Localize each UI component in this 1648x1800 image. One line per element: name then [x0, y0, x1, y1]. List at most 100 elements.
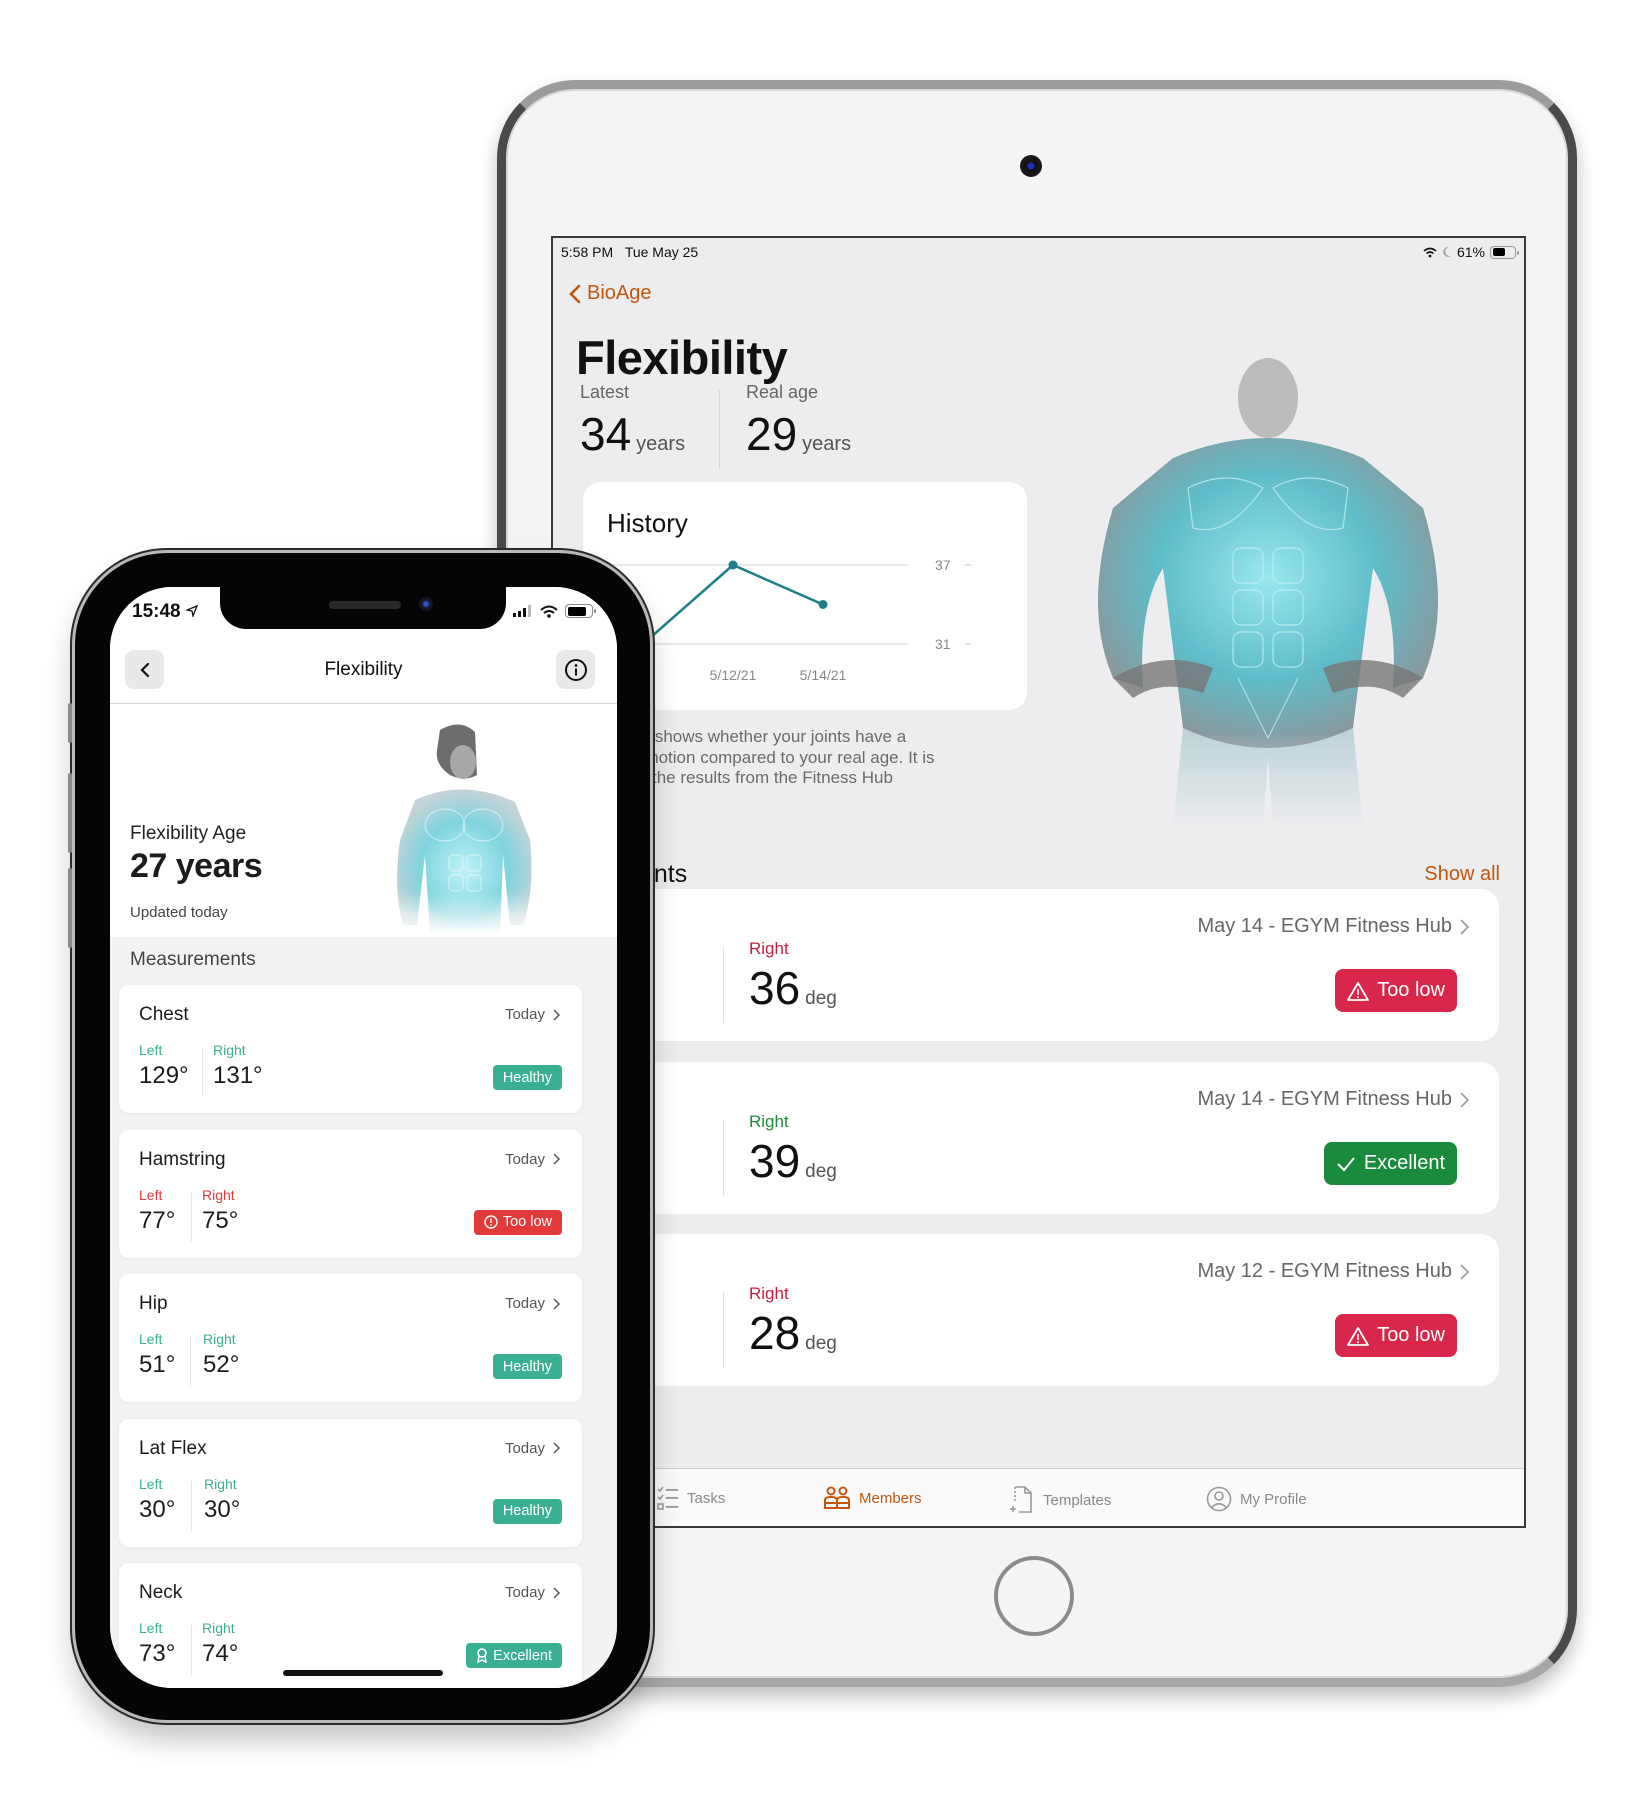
tab-templates[interactable]: Templates: [1009, 1486, 1111, 1514]
right-value: Right 28 deg: [749, 1284, 837, 1359]
tab-label: Members: [859, 1489, 922, 1507]
stat-divider: [719, 390, 720, 468]
right-value: Right 30°: [204, 1475, 241, 1523]
chevron-right-icon: [553, 1008, 560, 1021]
y-tick-label: 31: [935, 636, 951, 652]
tablet-status-bar: 5:58 PM Tue May 25 61%: [561, 244, 1519, 264]
measurement-date: Today: [505, 1151, 560, 1168]
latest-age-stat: Latest 34 years: [580, 382, 685, 461]
female-muscle-figure-image: [375, 720, 555, 935]
measurement-card[interactable]: Chest Today Left 129° Right 131° Healthy: [119, 985, 582, 1113]
status-time: 5:58 PM Tue May 25: [561, 244, 699, 260]
status-badge: Too low: [1335, 969, 1457, 1012]
data-point: [818, 600, 828, 609]
muscle-figure-image: [1053, 348, 1483, 828]
left-value: Left 77°: [139, 1186, 176, 1234]
updated-text: Updated today: [130, 904, 228, 921]
nav-divider: [110, 703, 617, 704]
measurement-name: Hamstring: [139, 1148, 226, 1170]
battery-percent: 61%: [1456, 244, 1485, 260]
warning-triangle-icon: [1347, 981, 1370, 1001]
measurement-date: May 12 - EGYM Fitness Hub: [1197, 1260, 1469, 1283]
measurement-card[interactable]: Lat Flex Today Left 30° Right 30° Healthy: [119, 1418, 582, 1547]
data-point: [728, 560, 738, 570]
real-age-label: Real age: [746, 382, 819, 402]
home-button[interactable]: [994, 1556, 1074, 1636]
battery-icon: [1490, 245, 1519, 259]
right-value: Right 36 deg: [749, 939, 837, 1014]
measurement-card[interactable]: Hip Today Left 51° Right 52° Healthy: [119, 1274, 582, 1402]
signal-icon: [513, 605, 531, 617]
latest-value: 34: [580, 408, 632, 460]
measurement-date: May 14 - EGYM Fitness Hub: [1197, 1088, 1469, 1111]
status-badge: Healthy: [492, 1065, 562, 1090]
phone-speaker: [329, 601, 401, 609]
show-all-link[interactable]: Show all: [1424, 863, 1500, 886]
templates-icon: [1009, 1486, 1035, 1514]
wifi-icon: [540, 605, 558, 618]
chevron-right-icon: [553, 1297, 560, 1310]
award-icon: [477, 1648, 488, 1663]
tablet-camera: [1020, 155, 1042, 177]
alert-circle-icon: [484, 1215, 498, 1229]
back-label: BioAge: [587, 282, 652, 304]
info-icon: [564, 658, 587, 681]
checkmark-icon: [1337, 1156, 1355, 1171]
latest-unit: years: [636, 433, 686, 455]
phone-screen: 15:48 Flexibility Flexibility Age 27 yea…: [110, 587, 617, 1688]
measurement-card[interactable]: xMay 14 - EGYM Fitness HubdegRight36degT…: [583, 889, 1499, 1041]
right-value: Right 74°: [202, 1620, 239, 1667]
y-tick-label: 37: [935, 557, 951, 573]
back-button[interactable]: BioAge: [569, 282, 652, 305]
warning-triangle-icon: [1347, 1326, 1370, 1346]
status-badge: Healthy: [492, 1354, 562, 1379]
latest-label: Latest: [580, 382, 630, 402]
phone-status-time: 15:48: [132, 601, 199, 623]
measurement-name: Hip: [139, 1293, 168, 1314]
value-divider: [190, 1336, 191, 1386]
phone-device: 15:48 Flexibility Flexibility Age 27 yea…: [68, 553, 650, 1720]
tasks-icon: [657, 1486, 679, 1510]
tab-bar: Tasks Members Templates My Profile: [553, 1468, 1524, 1526]
left-value: Left 129°: [139, 1042, 189, 1089]
flexibility-age-label: Flexibility Age: [130, 823, 247, 844]
flexibility-age-value: 27 years: [130, 847, 263, 885]
value-divider: [191, 1480, 192, 1531]
tab-my-profile[interactable]: My Profile: [1206, 1486, 1307, 1512]
moon-icon: [1443, 246, 1451, 257]
series-line: [642, 563, 824, 645]
measurement-date: May 14 - EGYM Fitness Hub: [1197, 915, 1469, 938]
tablet-screen: 5:58 PM Tue May 25 61% BioAge Flexibilit…: [551, 236, 1526, 1528]
location-arrow-icon: [184, 604, 199, 619]
left-value: Left 73°: [139, 1620, 176, 1667]
measurement-date: Today: [505, 1006, 560, 1023]
chevron-left-icon: [569, 284, 581, 303]
x-tick-label: 5/14/21: [800, 667, 847, 683]
left-value: Left 51°: [139, 1331, 176, 1378]
right-value: Right 52°: [203, 1331, 240, 1378]
status-badge: Too low: [1335, 1314, 1457, 1357]
phone-front-camera: [419, 597, 433, 611]
tablet-device: 5:58 PM Tue May 25 61% BioAge Flexibilit…: [497, 80, 1577, 1687]
nav-title: Flexibility: [324, 659, 403, 680]
phone-mute-switch: [68, 703, 72, 743]
status-badge: Excellent: [1323, 1142, 1457, 1185]
chevron-right-icon: [553, 1586, 560, 1599]
measurement-card[interactable]: FlexMay 14 - EGYM Fitness HubdegRight39d…: [583, 1062, 1499, 1214]
chevron-right-icon: [553, 1153, 560, 1165]
measurement-name: Chest: [139, 1004, 189, 1025]
home-indicator[interactable]: [283, 1670, 443, 1676]
status-badge: Excellent: [466, 1643, 562, 1668]
measurement-card[interactable]: Hamstring Today Left 77° Right 75° Too low: [119, 1129, 582, 1258]
tab-tasks[interactable]: Tasks: [657, 1486, 725, 1510]
tab-members[interactable]: Members: [823, 1486, 922, 1510]
wifi-icon: [1423, 247, 1437, 257]
real-age-value: 29: [746, 408, 798, 460]
info-button[interactable]: [556, 650, 595, 689]
measurement-card[interactable]: May 12 - EGYM Fitness HubdegRight28degTo…: [583, 1234, 1499, 1386]
real-age-unit: years: [802, 433, 852, 455]
tab-label: My Profile: [1240, 1490, 1307, 1508]
value-divider: [191, 1625, 192, 1675]
measurement-date: Today: [505, 1295, 560, 1312]
profile-icon: [1206, 1486, 1232, 1512]
